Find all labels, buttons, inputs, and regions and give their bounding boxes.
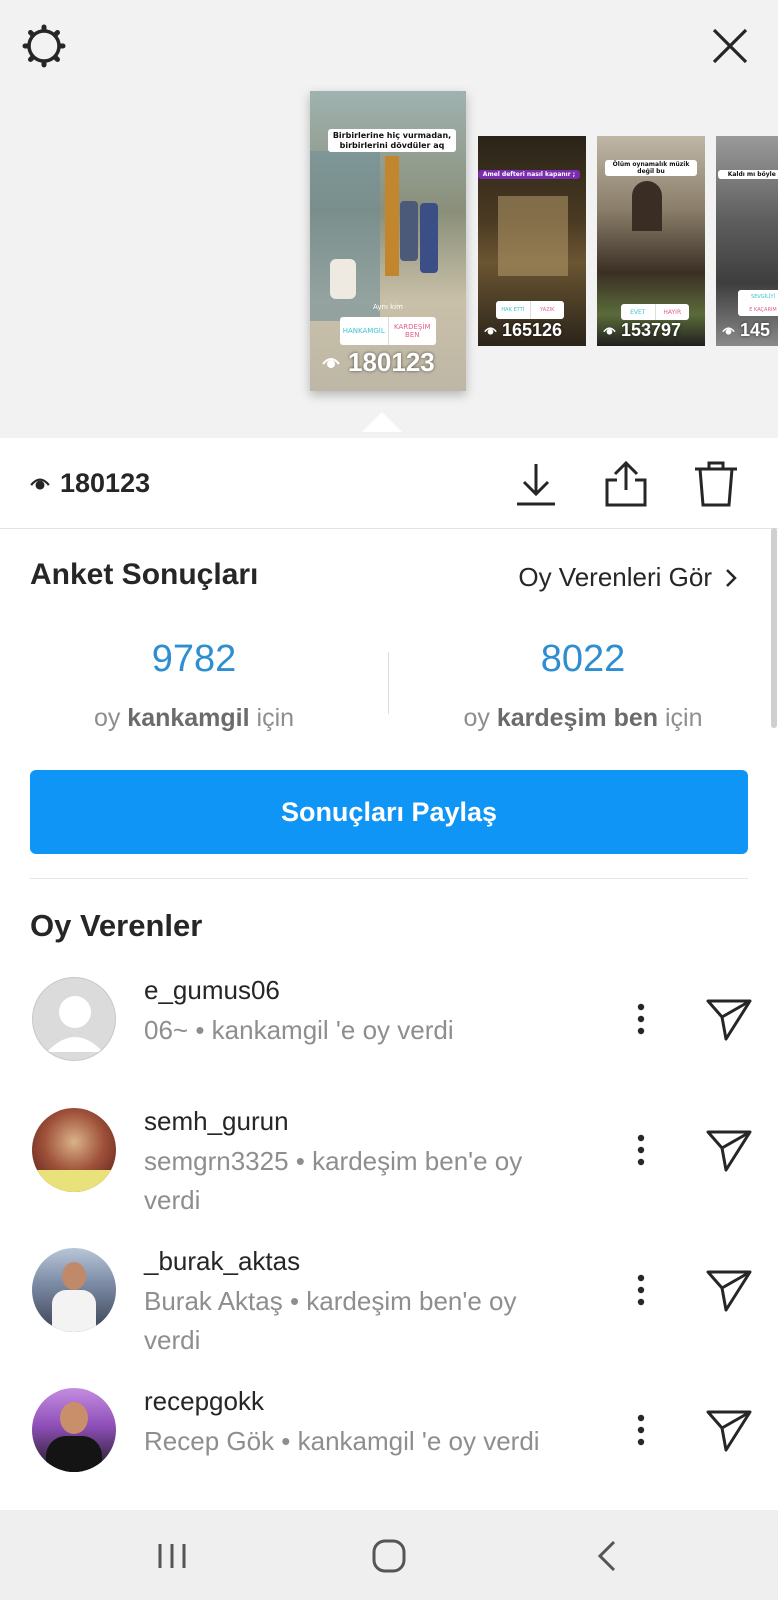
more-vertical-icon[interactable] bbox=[626, 1130, 656, 1170]
poll-option-a: EVET bbox=[621, 304, 656, 320]
back-icon[interactable] bbox=[586, 1534, 630, 1578]
avatar[interactable] bbox=[32, 977, 116, 1061]
views-count[interactable]: 180123 bbox=[30, 468, 150, 499]
poll-option-b: KARDEŞİM BEN bbox=[394, 323, 431, 339]
recent-apps-icon[interactable] bbox=[150, 1534, 194, 1578]
eye-icon bbox=[722, 326, 735, 335]
voter-username[interactable]: _burak_aktas bbox=[144, 1246, 300, 1277]
trash-icon[interactable] bbox=[692, 460, 740, 508]
poll-option-b: YAZIK bbox=[540, 307, 555, 313]
section-divider bbox=[30, 878, 748, 879]
poll-results-title: Anket Sonuçları bbox=[30, 558, 259, 591]
more-vertical-icon[interactable] bbox=[626, 1270, 656, 1310]
poll-result-option-a: 9782 oy kankamgil için bbox=[0, 640, 388, 733]
gear-icon[interactable] bbox=[22, 24, 66, 68]
eye-icon bbox=[322, 357, 340, 368]
voter-username[interactable]: e_gumus06 bbox=[144, 975, 280, 1006]
story-caption: Amel defteri nasıl kapanır ; bbox=[478, 170, 580, 180]
story-poll: EVET HAYIR bbox=[621, 304, 689, 320]
story-views: 145 bbox=[722, 320, 770, 341]
more-vertical-icon[interactable] bbox=[626, 999, 656, 1039]
voter-detail: Burak Aktaş • kardeşim ben'e oy verdi bbox=[144, 1286, 517, 1355]
option-a-label: oy kankamgil için bbox=[93, 704, 295, 732]
story-views: 180123 bbox=[322, 347, 435, 378]
story-thumbnail[interactable]: Amel defteri nasıl kapanır ; HAK ETTİ YA… bbox=[478, 136, 586, 346]
poll-option-a: HAK ETTİ bbox=[496, 301, 531, 319]
voter-detail: Recep Gök • kankamgil 'e oy verdi bbox=[144, 1426, 540, 1456]
voters-section-title: Oy Verenler bbox=[30, 908, 203, 943]
story-thumbnail[interactable]: Ölüm oynamalık müzik değil bu EVET HAYIR… bbox=[597, 136, 705, 346]
views-count-label: 180123 bbox=[60, 468, 151, 498]
poll-option-b: E KAÇARIM bbox=[749, 306, 777, 313]
scrollbar[interactable] bbox=[771, 528, 777, 728]
story-caption: Birbirlerine hiç vurmadan, birbirlerini … bbox=[328, 129, 456, 153]
story-toolbar: 180123 bbox=[0, 438, 778, 529]
voter-detail: semgrn3325 • kardeşim ben'e oy verdi bbox=[144, 1146, 523, 1215]
avatar[interactable] bbox=[32, 1248, 116, 1332]
send-icon[interactable] bbox=[704, 993, 754, 1043]
close-icon[interactable] bbox=[710, 26, 750, 66]
story-subtitle: Aynı kim bbox=[373, 303, 403, 311]
eye-icon bbox=[603, 326, 616, 335]
send-icon[interactable] bbox=[704, 1124, 754, 1174]
story-views: 165126 bbox=[484, 320, 562, 341]
more-vertical-icon[interactable] bbox=[626, 1410, 656, 1450]
see-voters-label: Oy Verenleri Gör bbox=[518, 562, 712, 592]
story-caption: Ölüm oynamalık müzik değil bu bbox=[605, 160, 697, 177]
option-b-count: 8022 bbox=[540, 638, 626, 680]
download-icon[interactable] bbox=[512, 460, 560, 508]
share-results-button[interactable]: Sonuçları Paylaş bbox=[30, 770, 748, 854]
option-a-count: 9782 bbox=[151, 638, 237, 680]
option-b-label: oy kardeşim ben için bbox=[463, 704, 703, 732]
share-icon[interactable] bbox=[602, 460, 650, 508]
voter-username[interactable]: semh_gurun bbox=[144, 1106, 289, 1137]
story-thumbnail[interactable]: Kaldı mı böyle del SEVGİLİYİ E KAÇARIM 1… bbox=[716, 136, 778, 346]
story-caption: Kaldı mı böyle del bbox=[718, 170, 778, 180]
poll-result-option-b: 8022 oy kardeşim ben için bbox=[389, 640, 777, 733]
story-poll: HANKAMGİL KARDEŞİM BEN bbox=[340, 317, 436, 345]
send-icon[interactable] bbox=[704, 1404, 754, 1454]
default-avatar-icon bbox=[47, 996, 103, 1052]
poll-option-a: SEVGİLİYİ bbox=[751, 293, 775, 300]
voter-detail: 06~ • kankamgil 'e oy verdi bbox=[144, 1015, 454, 1045]
system-navigation-bar bbox=[0, 1510, 778, 1600]
story-views: 153797 bbox=[603, 320, 681, 341]
story-poll: HAK ETTİ YAZIK bbox=[496, 301, 564, 319]
see-voters-link[interactable]: Oy Verenleri Gör bbox=[518, 562, 738, 593]
voter-username[interactable]: recepgokk bbox=[144, 1386, 264, 1417]
chevron-right-icon bbox=[726, 568, 737, 587]
eye-icon bbox=[30, 477, 50, 490]
poll-option-b: HAYIR bbox=[663, 308, 682, 316]
story-thumbnail-selected[interactable]: Birbirlerine hiç vurmadan, birbirlerini … bbox=[310, 91, 466, 391]
home-icon[interactable] bbox=[367, 1534, 411, 1578]
avatar[interactable] bbox=[32, 1388, 116, 1472]
send-icon[interactable] bbox=[704, 1264, 754, 1314]
avatar[interactable] bbox=[32, 1108, 116, 1192]
story-poll: SEVGİLİYİ E KAÇARIM bbox=[738, 290, 778, 316]
eye-icon bbox=[484, 326, 497, 335]
story-carousel: Birbirlerine hiç vurmadan, birbirlerini … bbox=[0, 0, 778, 438]
selected-story-pointer bbox=[362, 412, 402, 432]
poll-option-a: HANKAMGİL bbox=[340, 317, 389, 345]
